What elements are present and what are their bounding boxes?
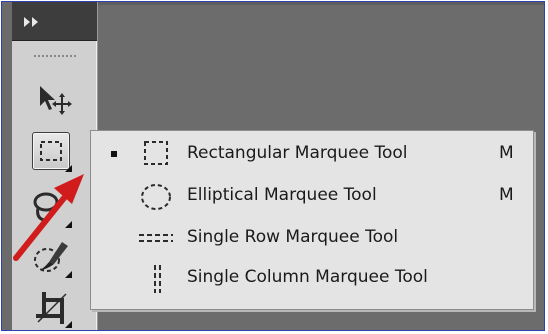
menu-item-single-column-marquee[interactable]: Single Column Marquee Tool <box>91 257 533 301</box>
single-row-marquee-icon <box>139 234 173 242</box>
menu-item-label: Rectangular Marquee Tool <box>187 143 408 163</box>
menu-item-elliptical-marquee[interactable]: Elliptical Marquee Tool M <box>91 175 533 219</box>
crop-tool-button[interactable] <box>32 288 72 328</box>
single-column-marquee-icon <box>154 265 161 293</box>
selected-bullet-icon <box>111 151 117 157</box>
crop-icon <box>36 292 72 328</box>
quick-selection-tool-button[interactable] <box>32 238 72 278</box>
tools-panel <box>12 2 98 330</box>
menu-item-label: Single Column Marquee Tool <box>187 267 428 287</box>
canvas-top-edge <box>98 2 544 5</box>
marquee-tool-flyout-menu: Rectangular Marquee Tool M Elliptical Ma… <box>90 130 534 310</box>
quick-selection-icon <box>34 242 72 278</box>
rectangular-marquee-icon <box>40 141 72 172</box>
menu-item-rectangular-marquee[interactable]: Rectangular Marquee Tool M <box>91 133 533 177</box>
workspace-left-edge <box>2 2 12 330</box>
double-arrow-expand-icon[interactable] <box>22 16 44 28</box>
rectangular-marquee-icon <box>144 141 168 165</box>
lasso-icon <box>33 192 72 228</box>
lasso-tool-button[interactable] <box>32 188 72 228</box>
rectangular-marquee-tool-button[interactable] <box>32 132 72 172</box>
menu-item-shortcut: M <box>499 143 514 163</box>
menu-item-label: Single Row Marquee Tool <box>187 227 399 247</box>
elliptical-marquee-icon <box>141 184 171 210</box>
menu-item-shortcut: M <box>499 185 514 205</box>
menu-item-single-row-marquee[interactable]: Single Row Marquee Tool <box>91 217 533 261</box>
photoshop-workspace: Rectangular Marquee Tool M Elliptical Ma… <box>1 1 545 331</box>
move-tool-button[interactable] <box>32 82 72 122</box>
menu-item-label: Elliptical Marquee Tool <box>187 185 377 205</box>
move-tool-icon <box>40 86 72 115</box>
panel-grip-icon[interactable] <box>34 54 76 60</box>
tools-panel-header[interactable] <box>12 2 97 41</box>
